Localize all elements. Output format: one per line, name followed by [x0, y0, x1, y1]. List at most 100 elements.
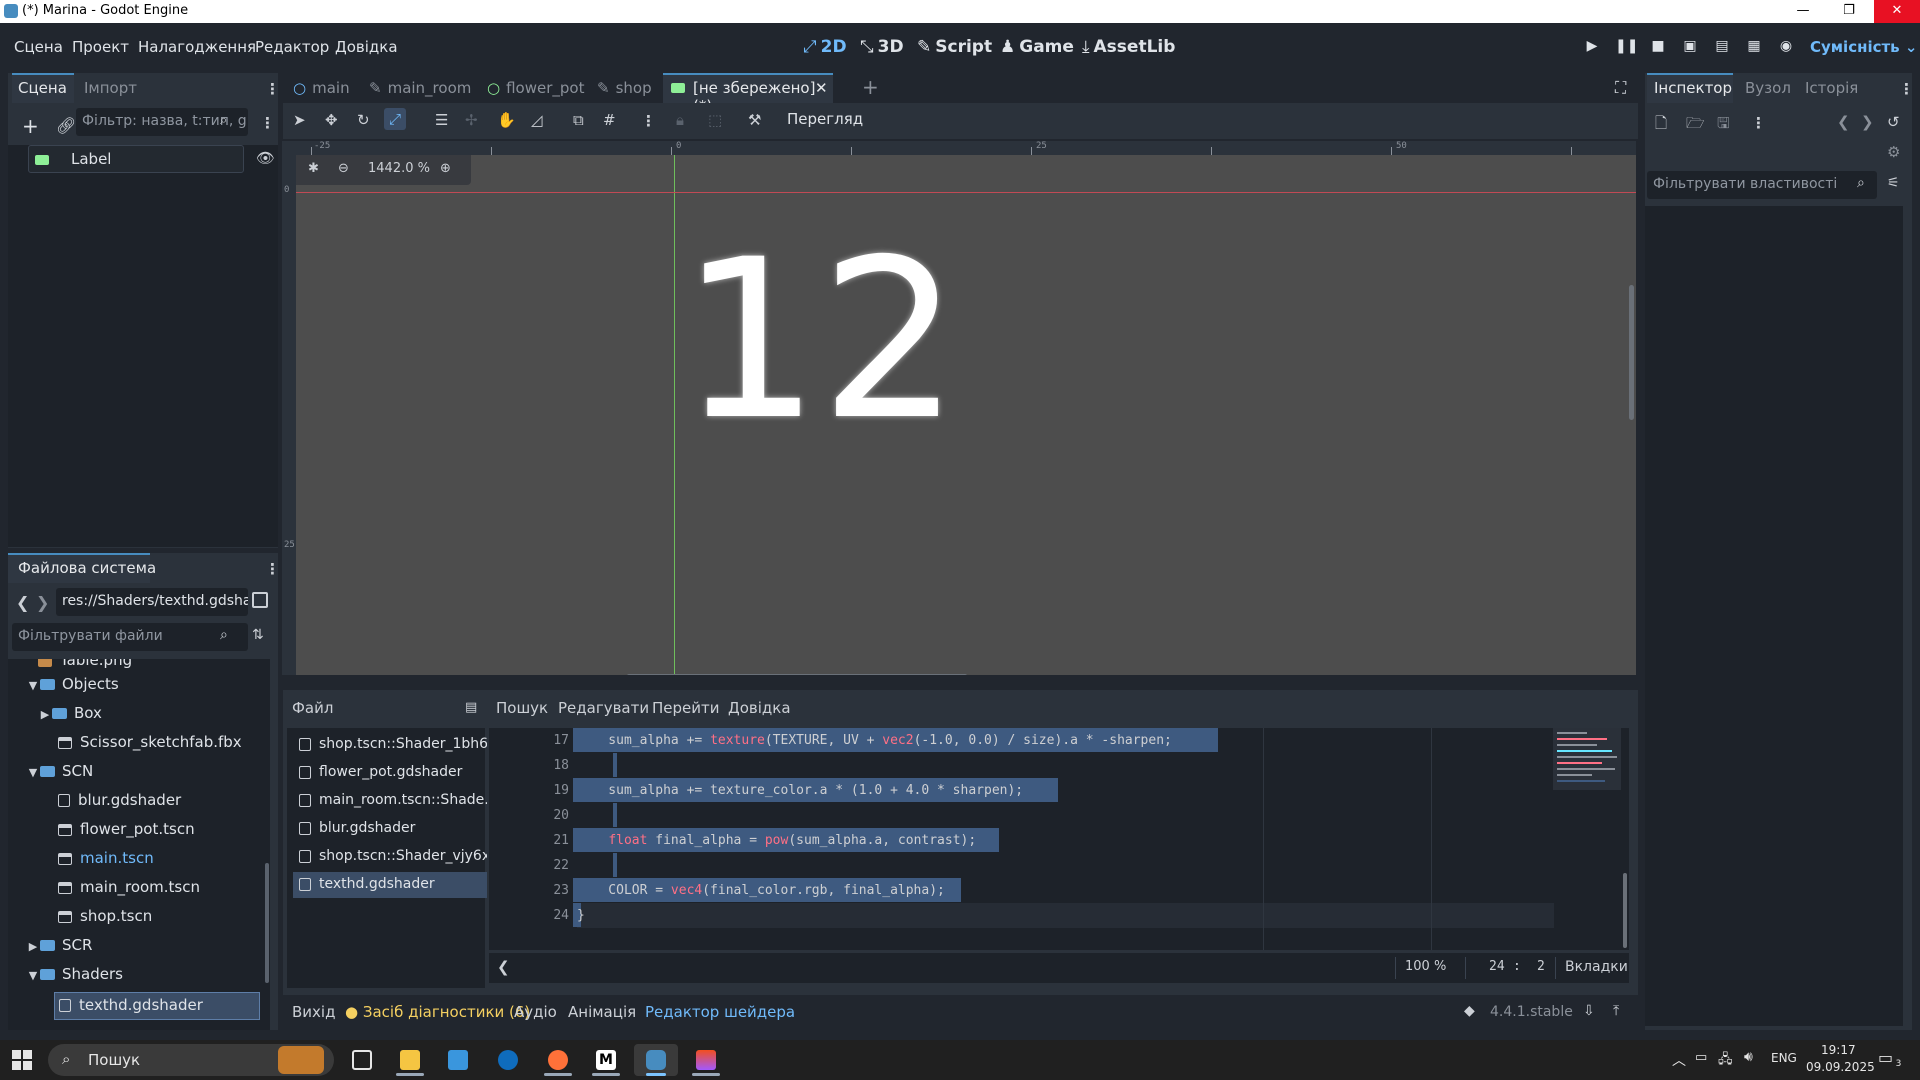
menu-file[interactable]: Файл: [292, 699, 333, 717]
tab-scene[interactable]: Сцена: [18, 79, 67, 97]
close-tab-icon[interactable]: ✕: [815, 79, 828, 97]
workspace-script-button[interactable]: ✎ Script: [917, 37, 992, 57]
forward-icon[interactable]: ❯: [36, 593, 49, 612]
menu-help[interactable]: Довідка: [728, 699, 791, 717]
tab-scene-unsaved[interactable]: [не збережено](*) ✕: [663, 73, 833, 115]
code-zoom[interactable]: 100 %: [1405, 959, 1446, 974]
clock-date[interactable]: 09.09.2025: [1806, 1060, 1875, 1074]
new-resource-icon[interactable]: 🗋︎: [1655, 113, 1667, 138]
scene-node-label[interactable]: Label: [28, 145, 244, 173]
tab-debugger[interactable]: ● Засіб діагностики (6): [345, 1003, 530, 1021]
minimize-icon[interactable]: —: [1780, 0, 1826, 23]
godot-taskbar-icon[interactable]: [634, 1044, 678, 1076]
menu-editor[interactable]: Редактор: [255, 38, 329, 56]
object-properties-icon[interactable]: ⚙: [1887, 143, 1900, 161]
move-tool-icon[interactable]: ✥: [325, 111, 338, 129]
tab-scene-main[interactable]: ○ main: [293, 79, 350, 97]
indent-mode[interactable]: Вкладки: [1565, 959, 1628, 975]
filter-options-icon[interactable]: ⚟: [1887, 175, 1900, 191]
file-item[interactable]: Table.png: [38, 659, 132, 675]
select-tool-icon[interactable]: ➤: [293, 111, 306, 129]
meet-now-icon[interactable]: ▭: [1695, 1050, 1707, 1065]
m-app-icon[interactable]: M: [584, 1044, 628, 1076]
tab-scene-shop[interactable]: ✎ shop: [597, 79, 652, 97]
tab-shader-editor[interactable]: Редактор шейдера: [645, 1003, 795, 1021]
menu-goto[interactable]: Перейти: [652, 699, 720, 717]
grid-snap-icon[interactable]: #: [603, 111, 616, 129]
outlook-icon[interactable]: [486, 1044, 530, 1076]
filesystem-scrollbar[interactable]: [265, 863, 269, 983]
folder-item[interactable]: ▼ SCN: [26, 762, 93, 786]
open-folder-icon[interactable]: 🗁︎: [1686, 113, 1705, 138]
folder-item[interactable]: ▼ Objects: [26, 675, 119, 699]
dock-menu-icon[interactable]: ⋮: [265, 81, 280, 97]
clock-time[interactable]: 19:17: [1821, 1043, 1856, 1057]
network-icon[interactable]: 🖧︎: [1718, 1050, 1733, 1072]
file-filter-input[interactable]: Фільтрувати файли: [12, 623, 248, 651]
code-scrollbar[interactable]: [1623, 873, 1627, 948]
folder-item[interactable]: ▶ Box: [38, 704, 102, 728]
property-filter-input[interactable]: Фільтрувати властивості: [1647, 171, 1877, 199]
zoom-level[interactable]: 1442.0 %: [368, 161, 430, 176]
workspace-assetlib-button[interactable]: ⤓ AssetLib: [1082, 37, 1175, 57]
link-icon[interactable]: 🔗︎: [56, 116, 76, 135]
folder-item[interactable]: ▶ SCR: [26, 936, 93, 960]
menu-search[interactable]: Пошук: [496, 699, 548, 717]
figma-icon[interactable]: [684, 1044, 728, 1076]
scale-tool-icon[interactable]: ⤢: [384, 108, 406, 130]
scene-menu-icon[interactable]: ⋮: [260, 115, 275, 131]
bone-icon[interactable]: ⚒: [748, 111, 761, 129]
shader-list-item[interactable]: flower_pot.gdshader: [293, 760, 487, 786]
expand-panel-icon[interactable]: ⤒: [1613, 1003, 1619, 1019]
play-scene-icon[interactable]: ▤: [1712, 38, 1732, 58]
history-back-icon[interactable]: ❮: [1837, 113, 1850, 131]
workspace-2d-button[interactable]: ⤢ 2D: [803, 37, 847, 57]
view-menu[interactable]: Перегляд: [787, 110, 863, 128]
store-icon[interactable]: [436, 1044, 480, 1076]
filesystem-path-input[interactable]: res://Shaders/texthd.gdshader: [56, 588, 248, 616]
lock-icon[interactable]: 🔒︎: [676, 111, 684, 129]
pivot-icon[interactable]: ✢: [465, 111, 478, 129]
zoom-out-icon[interactable]: ⊖: [338, 161, 349, 176]
remote-debug-icon[interactable]: ▣: [1680, 38, 1700, 58]
menu-edit[interactable]: Редагувати: [558, 699, 649, 717]
code-editor[interactable]: 17 18 19 20 21 22 23 24 sum_alpha += tex…: [489, 728, 1629, 950]
movie-maker-icon[interactable]: ◉: [1776, 38, 1796, 58]
renderer-selector[interactable]: Сумісність ⌄: [1810, 38, 1917, 56]
snap-options-icon[interactable]: ⋮: [641, 113, 656, 129]
viewport-vscroll[interactable]: [1629, 285, 1634, 420]
engine-version[interactable]: 4.4.1.stable: [1490, 1004, 1573, 1020]
pause-icon[interactable]: ❚❚: [1615, 38, 1638, 58]
play-custom-scene-icon[interactable]: ▦: [1744, 38, 1764, 58]
shader-list-item[interactable]: blur.gdshader: [293, 816, 487, 842]
file-item-selected[interactable]: texthd.gdshader: [54, 992, 260, 1020]
tab-filesystem[interactable]: Файлова система: [18, 559, 156, 577]
show-hidden-icons-icon[interactable]: ︿: [1672, 1050, 1686, 1070]
task-view-icon[interactable]: [340, 1044, 384, 1076]
zoom-in-icon[interactable]: ⊕: [440, 161, 451, 176]
canvas-viewport[interactable]: ✱ ⊖ 1442.0 % ⊕ 12: [296, 155, 1636, 675]
distraction-free-icon[interactable]: ⛶: [1615, 78, 1626, 98]
volume-icon[interactable]: 🔊︎: [1744, 1049, 1753, 1065]
ruler-tool-icon[interactable]: ◿: [531, 111, 543, 129]
taskbar-search-box[interactable]: ⌕ Пошук: [48, 1044, 334, 1076]
menu-project[interactable]: Проект: [72, 38, 129, 56]
close-window-icon[interactable]: ✕: [1874, 0, 1920, 23]
label-node-text[interactable]: 12: [680, 230, 960, 450]
file-item[interactable]: main_room.tscn: [58, 878, 200, 902]
resource-menu-icon[interactable]: ⋮: [1751, 115, 1766, 131]
filesystem-menu-icon[interactable]: ⋮: [265, 561, 280, 577]
folder-item[interactable]: ▼ Shaders: [26, 965, 123, 989]
input-language[interactable]: ENG: [1771, 1051, 1797, 1065]
pan-tool-icon[interactable]: ✋: [497, 111, 516, 129]
tab-import[interactable]: Імпорт: [84, 79, 137, 97]
tab-inspector[interactable]: Інспектор: [1654, 79, 1732, 97]
recent-history-icon[interactable]: ↺: [1887, 113, 1900, 131]
stop-icon[interactable]: ■: [1648, 38, 1668, 58]
shader-list-item-selected[interactable]: texthd.gdshader: [293, 872, 487, 898]
play-icon[interactable]: ▶: [1582, 38, 1602, 58]
tab-node[interactable]: Вузол: [1745, 79, 1791, 97]
add-tab-icon[interactable]: +: [862, 75, 879, 99]
workspace-game-button[interactable]: ♟ Game: [1000, 37, 1074, 57]
toggle-files-icon[interactable]: ▤: [465, 700, 477, 715]
